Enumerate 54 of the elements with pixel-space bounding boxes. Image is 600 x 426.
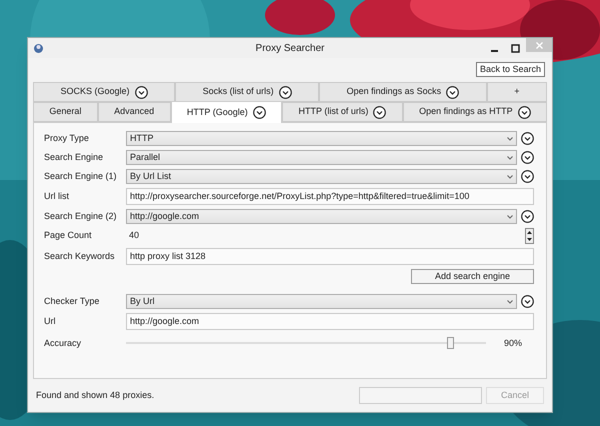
text-field[interactable]: http://google.com [126, 313, 534, 330]
tab[interactable]: + [486, 82, 547, 102]
tab-menu-chevron-icon[interactable] [446, 86, 460, 98]
field-label: Search Engine (1) [44, 170, 118, 183]
field-label: Search Keywords [44, 250, 116, 263]
tab[interactable]: Open findings as HTTP [402, 102, 547, 122]
dropdown[interactable]: By Url [126, 294, 517, 309]
dropdown[interactable]: HTTP [126, 131, 517, 146]
text-field[interactable]: http://proxysearcher.sourceforge.net/ProxyList.php?type=http&filtered=true&limit=100 [126, 188, 534, 205]
field-label: Proxy Type [44, 132, 90, 145]
field-label: Accuracy [44, 337, 82, 350]
status-message: Found and shown 48 proxies. [36, 388, 156, 402]
accuracy-reading: 90% [504, 337, 524, 350]
dropdown[interactable]: http://google.com [126, 209, 517, 224]
app-icon [33, 42, 44, 54]
back-to-search-button[interactable]: Back to Search [476, 62, 545, 77]
slider-thumb[interactable] [447, 337, 454, 350]
add-search-engine-button[interactable]: Add search engine [411, 269, 534, 284]
field-label: Search Engine (2) [44, 210, 118, 223]
menu-chevron-icon[interactable] [521, 151, 534, 164]
close-icon [536, 42, 542, 48]
caret-icon [507, 136, 513, 140]
spin-buttons[interactable] [525, 228, 534, 244]
menu-chevron-icon[interactable] [521, 210, 534, 223]
tab-menu-chevron-icon[interactable] [373, 106, 386, 118]
tab[interactable]: SOCKS (Google) [33, 82, 176, 102]
field-label: Url [44, 314, 56, 328]
menu-chevron-icon[interactable] [521, 132, 534, 145]
tab[interactable]: HTTP (list of urls) [282, 102, 403, 122]
maximize-icon[interactable] [511, 44, 520, 52]
field-label: Checker Type [44, 294, 100, 308]
menu-chevron-icon[interactable] [521, 295, 534, 308]
slider[interactable] [126, 337, 486, 350]
tab-menu-chevron-icon[interactable] [518, 106, 531, 118]
tab-menu-chevron-icon[interactable] [134, 86, 148, 98]
tab[interactable]: HTTP (Google) [170, 101, 282, 123]
tab[interactable]: Advanced [98, 102, 171, 122]
caret-icon [507, 156, 513, 160]
field-label: Search Engine [44, 150, 104, 164]
caret-icon [507, 174, 513, 178]
text-field[interactable]: http proxy list 3128 [126, 248, 534, 265]
menu-chevron-icon[interactable] [521, 170, 534, 183]
tab[interactable]: Socks (list of urls) [175, 82, 320, 102]
caret-icon [507, 214, 513, 218]
tab[interactable]: General [33, 102, 98, 122]
field-label: Page Count [44, 229, 93, 242]
caret-icon [507, 300, 513, 304]
window-title: Proxy Searcher [256, 42, 324, 56]
tab-menu-chevron-icon[interactable] [252, 106, 266, 119]
dropdown[interactable]: Parallel [126, 150, 517, 165]
dropdown[interactable]: By Url List [126, 169, 517, 184]
field-label: Url list [44, 190, 70, 203]
tab-menu-chevron-icon[interactable] [278, 86, 292, 98]
tab[interactable]: Open findings as Socks [319, 82, 487, 102]
